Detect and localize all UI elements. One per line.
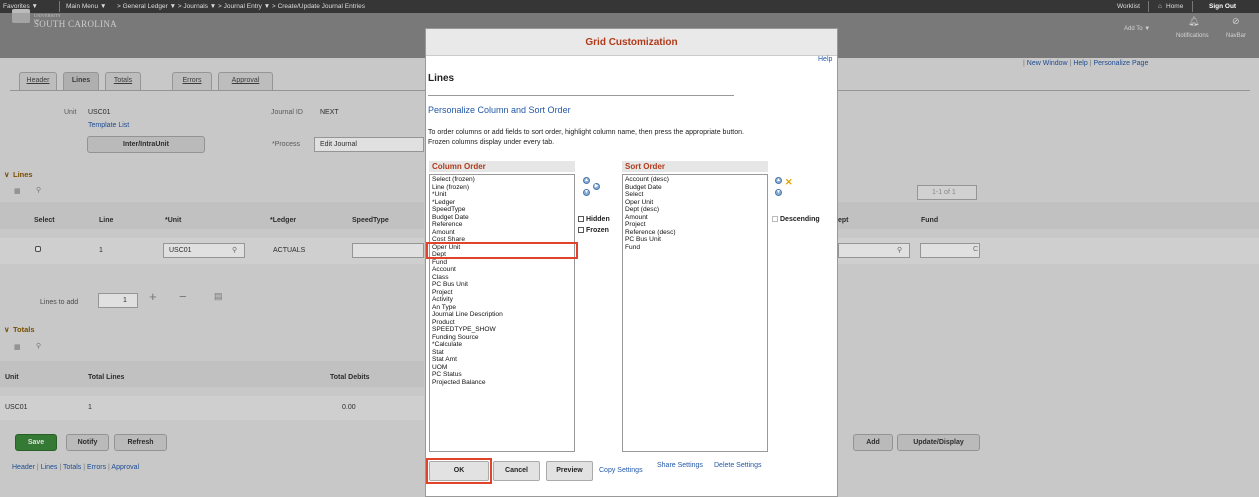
sort-order-item[interactable]: Project xyxy=(625,221,765,229)
instructions-1: To order columns or add fields to sort o… xyxy=(428,129,744,136)
column-order-item[interactable]: Funding Source xyxy=(432,334,572,342)
column-order-item[interactable]: Stat xyxy=(432,349,572,357)
column-order-item[interactable]: PC Bus Unit xyxy=(432,281,572,289)
column-order-label: Column Order xyxy=(429,161,575,172)
column-order-item[interactable]: Activity xyxy=(432,296,572,304)
column-order-item[interactable]: Amount xyxy=(432,229,572,237)
dialog-help-link[interactable]: Help xyxy=(818,56,832,63)
sort-move-up-icon[interactable]: ▲ xyxy=(775,177,782,184)
move-down-icon[interactable]: ▼ xyxy=(583,189,590,196)
remove-sort-icon[interactable]: ✕ xyxy=(785,177,793,188)
column-order-item[interactable]: Fund xyxy=(432,259,572,267)
sort-order-item[interactable]: Amount xyxy=(625,214,765,222)
sort-order-item[interactable]: Budget Date xyxy=(625,184,765,192)
column-order-item[interactable]: Journal Line Description xyxy=(432,311,572,319)
column-order-item[interactable]: *Ledger xyxy=(432,199,572,207)
column-order-item[interactable]: Projected Balance xyxy=(432,379,572,387)
column-order-item[interactable]: SpeedType xyxy=(432,206,572,214)
sort-order-list[interactable]: Account (desc) Budget Date Select Oper Unit… xyxy=(622,174,768,452)
divider xyxy=(59,1,60,12)
grid-customization-dialog: Grid Customization Help Lines Personaliz… xyxy=(425,28,838,497)
hidden-checkbox[interactable]: Hidden xyxy=(578,216,610,223)
sort-order-item[interactable]: Reference (desc) xyxy=(625,229,765,237)
divider xyxy=(1148,1,1149,12)
move-up-icon[interactable]: ▲ xyxy=(583,177,590,184)
sort-order-item[interactable]: Oper Unit xyxy=(625,199,765,207)
heading-rule xyxy=(428,95,734,96)
main-menu[interactable]: Main Menu ▼ xyxy=(66,3,106,10)
dialog-heading: Lines xyxy=(428,73,455,84)
dialog-subheading: Personalize Column and Sort Order xyxy=(428,105,571,115)
sort-order-item[interactable]: Dept (desc) xyxy=(625,206,765,214)
frozen-checkbox[interactable]: Frozen xyxy=(578,227,609,234)
top-navigation-bar: Favorites ▼ Main Menu ▼ > General Ledger… xyxy=(0,0,1259,13)
copy-settings-link[interactable]: Copy Settings xyxy=(599,467,643,474)
sort-move-down-icon[interactable]: ▼ xyxy=(775,189,782,196)
column-order-item[interactable]: Product xyxy=(432,319,572,327)
sort-order-label: Sort Order xyxy=(622,161,768,172)
share-settings-link[interactable]: Share Settings xyxy=(657,462,703,469)
worklist-link[interactable]: Worklist xyxy=(1117,3,1140,10)
column-order-item[interactable]: Line (frozen) xyxy=(432,184,572,192)
sort-order-item[interactable]: PC Bus Unit xyxy=(625,236,765,244)
column-order-item[interactable]: SPEEDTYPE_SHOW xyxy=(432,326,572,334)
column-order-item[interactable]: Budget Date xyxy=(432,214,572,222)
column-order-item[interactable]: Account xyxy=(432,266,572,274)
delete-settings-link[interactable]: Delete Settings xyxy=(714,462,761,469)
sign-out-link[interactable]: Sign Out xyxy=(1209,3,1236,10)
cancel-button[interactable]: Cancel xyxy=(493,461,540,481)
home-link[interactable]: Home xyxy=(1166,3,1183,10)
column-order-item[interactable]: UOM xyxy=(432,364,572,372)
column-order-item[interactable]: An Type xyxy=(432,304,572,312)
frozen-label: Frozen xyxy=(586,227,609,234)
column-order-item[interactable]: Reference xyxy=(432,221,572,229)
sort-order-item[interactable]: Account (desc) xyxy=(625,176,765,184)
sort-order-item[interactable]: Select xyxy=(625,191,765,199)
column-order-item[interactable]: *Calculate xyxy=(432,341,572,349)
column-order-list[interactable]: Select (frozen) Line (frozen) *Unit *Ledger… xyxy=(429,174,575,452)
dialog-title: Grid Customization xyxy=(426,29,837,56)
column-order-item[interactable]: *Unit xyxy=(432,191,572,199)
divider xyxy=(1192,1,1193,12)
column-order-item[interactable]: Class xyxy=(432,274,572,282)
descending-label: Descending xyxy=(780,216,820,223)
home-icon[interactable]: ⌂ xyxy=(1158,3,1162,10)
column-order-item[interactable]: Select (frozen) xyxy=(432,176,572,184)
column-order-item[interactable]: PC Status xyxy=(432,371,572,379)
breadcrumb[interactable]: > General Ledger ▼ > Journals ▼ > Journa… xyxy=(117,3,365,10)
descending-checkbox[interactable]: Descending xyxy=(772,216,820,223)
sort-order-item[interactable]: Fund xyxy=(625,244,765,252)
amount-highlight xyxy=(426,242,578,259)
hidden-label: Hidden xyxy=(586,216,610,223)
preview-button[interactable]: Preview xyxy=(546,461,593,481)
ok-highlight xyxy=(426,458,492,484)
move-right-icon[interactable]: ▶ xyxy=(593,183,600,190)
instructions-2: Frozen columns display under every tab. xyxy=(428,139,555,146)
column-order-item[interactable]: Stat Amt xyxy=(432,356,572,364)
column-order-item[interactable]: Project xyxy=(432,289,572,297)
